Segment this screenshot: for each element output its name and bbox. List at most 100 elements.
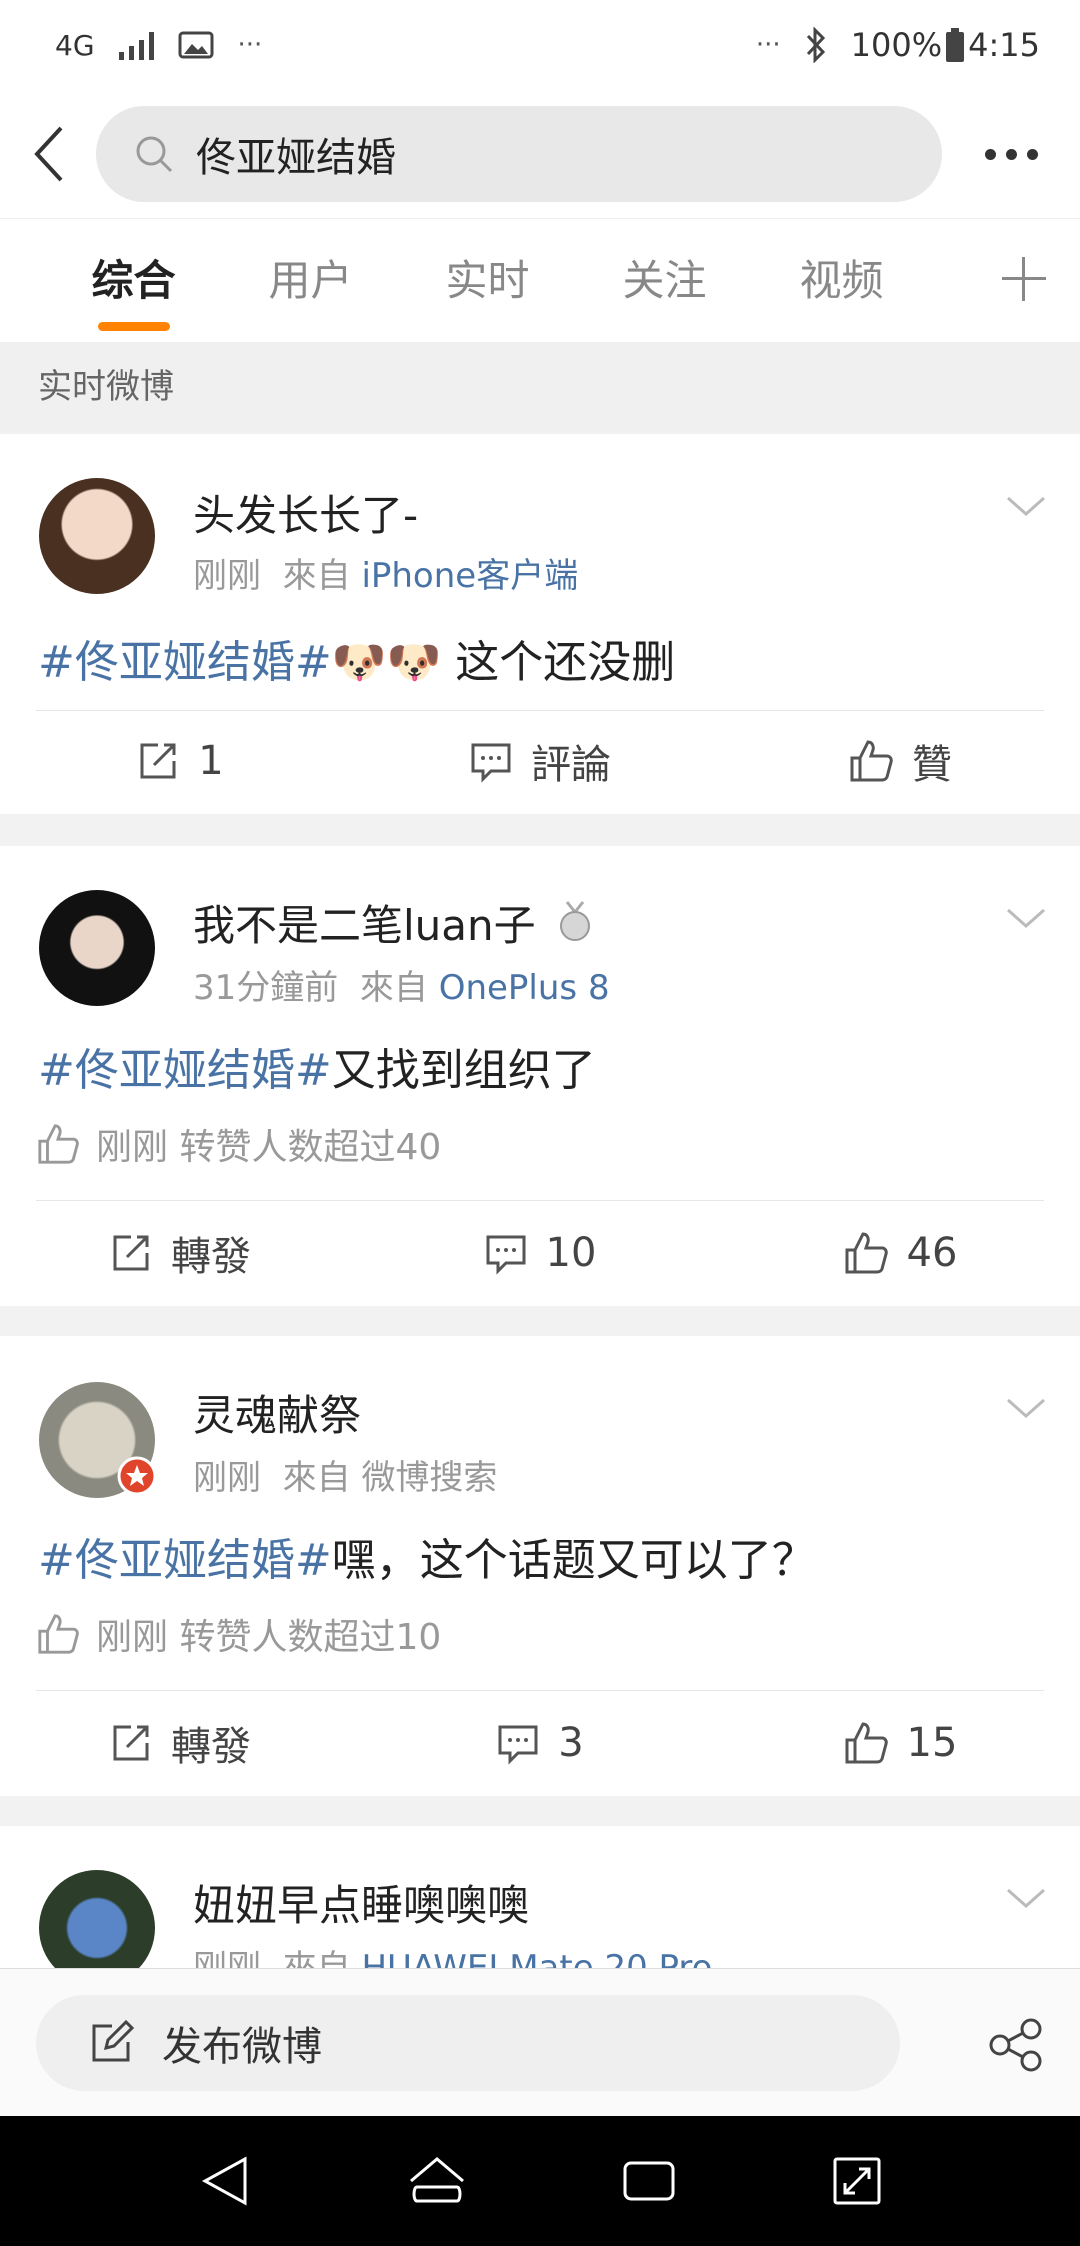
repost-button[interactable]: 轉發 xyxy=(0,1688,360,1798)
post-meta: 31分鐘前 來自 OnePlus 8 xyxy=(193,960,610,1009)
nav-fullscreen-icon[interactable] xyxy=(831,2153,883,2209)
back-arrow-icon xyxy=(34,126,63,182)
share-icon[interactable] xyxy=(988,2017,1044,2073)
post-meta: 刚刚 來自 微博搜索 xyxy=(193,1450,497,1499)
post-time: 31分鐘前 xyxy=(193,968,339,1008)
tab-following[interactable]: 关注 xyxy=(576,219,753,343)
post-meta: 刚刚 來自 iPhone客户端 xyxy=(193,548,578,597)
like-button[interactable]: 15 xyxy=(720,1688,1080,1798)
repost-button[interactable]: 1 xyxy=(0,706,360,816)
thumbs-up-icon xyxy=(38,1124,79,1164)
thumbs-up-icon xyxy=(845,1232,888,1274)
post-source[interactable]: iPhone客户端 xyxy=(361,556,578,596)
section-header: 实时微博 xyxy=(0,342,1080,432)
thumbs-up-icon xyxy=(38,1614,79,1654)
comment-icon xyxy=(498,1725,538,1765)
post-card[interactable]: 我不是二笔luan子 31分鐘前 來自 OnePlus 8 #佟亚娅结婚#又找到… xyxy=(0,846,1080,1306)
image-notification-icon xyxy=(178,31,214,59)
post-card[interactable]: 灵魂献祭 刚刚 來自 微博搜索 #佟亚娅结婚#嘿，这个话题又可以了？ 刚刚 转赞… xyxy=(0,1336,1080,1796)
avatar[interactable] xyxy=(39,890,155,1006)
repost-button[interactable]: 轉發 xyxy=(0,1198,360,1308)
tab-comprehensive[interactable]: 综合 xyxy=(45,219,222,343)
emoji: 🐶🐶 xyxy=(331,637,442,688)
like-button[interactable]: 贊 xyxy=(720,706,1080,816)
add-tab-icon[interactable] xyxy=(1002,257,1046,301)
comment-button[interactable]: 10 xyxy=(360,1198,720,1308)
avatar[interactable] xyxy=(39,1870,155,1968)
username[interactable]: 头发长长了- xyxy=(193,482,418,543)
post-source[interactable]: HUAWEI Mate 20 Pro xyxy=(361,1948,712,1968)
chevron-down-icon[interactable] xyxy=(1004,1386,1048,1430)
nav-recents-icon[interactable] xyxy=(621,2153,677,2209)
action-row: 1 評論 贊 xyxy=(0,706,1080,816)
more-status: ··· xyxy=(755,30,781,60)
comment-icon xyxy=(471,743,511,783)
repost-icon xyxy=(140,743,176,779)
post-card[interactable]: 头发长长了- 刚刚 來自 iPhone客户端 #佟亚娅结婚#🐶🐶 这个还没删 1… xyxy=(0,434,1080,814)
repost-icon xyxy=(113,1235,149,1271)
comment-icon xyxy=(486,1235,526,1275)
action-row: 轉發 3 15 xyxy=(0,1688,1080,1798)
tab-users[interactable]: 用户 xyxy=(222,219,399,343)
back-button[interactable] xyxy=(0,90,96,218)
post-time: 刚刚 xyxy=(193,556,261,596)
signal-icon xyxy=(118,30,154,60)
chevron-down-icon[interactable] xyxy=(1004,896,1048,940)
post-text: #佟亚娅结婚#嘿，这个话题又可以了？ xyxy=(38,1535,816,1586)
like-note: 刚刚 转赞人数超过10 xyxy=(36,1608,441,1660)
tab-video[interactable]: 视频 xyxy=(753,219,930,343)
edit-icon xyxy=(92,2020,134,2062)
bluetooth-icon xyxy=(806,27,825,63)
repost-icon xyxy=(113,1725,149,1761)
post-meta: 刚刚 來自 HUAWEI Mate 20 Pro xyxy=(193,1940,712,1968)
from-label: 來自 xyxy=(282,1458,351,1498)
system-navigation-bar xyxy=(0,2116,1080,2246)
bottom-bar: 发布微博 xyxy=(0,1968,1080,2116)
status-bar: 4G ··· ··· 100% 4:15 xyxy=(0,0,1080,90)
post-source[interactable]: OnePlus 8 xyxy=(439,968,610,1008)
chevron-down-icon[interactable] xyxy=(1004,484,1048,528)
nav-home-icon[interactable] xyxy=(407,2153,467,2209)
nav-back-icon[interactable] xyxy=(197,2153,253,2209)
hashtag-link[interactable]: #佟亚娅结婚# xyxy=(38,637,332,688)
username-row: 我不是二笔luan子 xyxy=(193,892,595,953)
battery-icon xyxy=(946,28,965,62)
hashtag-link[interactable]: #佟亚娅结婚# xyxy=(38,1535,332,1586)
from-label: 來自 xyxy=(359,968,428,1008)
search-query: 佟亚娅结婚 xyxy=(196,135,396,181)
search-icon xyxy=(136,136,173,173)
post-text: #佟亚娅结婚#🐶🐶 这个还没删 xyxy=(38,637,676,688)
more-options-button[interactable] xyxy=(942,90,1080,218)
battery-percent: 100% xyxy=(850,26,943,64)
network-indicator: 4G xyxy=(55,28,95,62)
search-input[interactable]: 佟亚娅结婚 xyxy=(96,106,942,202)
compose-button[interactable]: 发布微博 xyxy=(36,1995,900,2091)
username[interactable]: 我不是二笔luan子 xyxy=(193,901,536,950)
post-source[interactable]: 微博搜索 xyxy=(361,1458,497,1498)
tab-bar: 综合 用户 实时 关注 视频 xyxy=(0,218,1080,342)
username[interactable]: 灵魂献祭 xyxy=(193,1382,361,1443)
more-notifications: ··· xyxy=(237,30,263,60)
medal-badge-icon xyxy=(560,901,591,941)
thumbs-up-icon xyxy=(845,1722,888,1764)
post-time: 刚刚 xyxy=(193,1948,261,1968)
from-label: 來自 xyxy=(282,1948,351,1968)
search-header: 佟亚娅结婚 xyxy=(0,90,1080,218)
avatar[interactable] xyxy=(39,478,155,594)
chevron-down-icon[interactable] xyxy=(1004,1876,1048,1920)
post-text: #佟亚娅结婚#又找到组织了 xyxy=(38,1045,596,1096)
action-row: 轉發 10 46 xyxy=(0,1198,1080,1308)
thumbs-up-icon xyxy=(850,740,893,782)
username[interactable]: 妞妞早点睡噢噢噢 xyxy=(193,1872,529,1933)
compose-label: 发布微博 xyxy=(162,2024,322,2070)
from-label: 來自 xyxy=(282,556,351,596)
verified-badge-icon xyxy=(117,1456,157,1496)
comment-button[interactable]: 評論 xyxy=(360,706,720,816)
like-button[interactable]: 46 xyxy=(720,1198,1080,1308)
comment-button[interactable]: 3 xyxy=(360,1688,720,1798)
tab-realtime[interactable]: 实时 xyxy=(399,219,576,343)
like-note: 刚刚 转赞人数超过40 xyxy=(36,1118,441,1170)
post-card[interactable]: 妞妞早点睡噢噢噢 刚刚 來自 HUAWEI Mate 20 Pro xyxy=(0,1826,1080,1968)
post-time: 刚刚 xyxy=(193,1458,261,1498)
hashtag-link[interactable]: #佟亚娅结婚# xyxy=(38,1045,332,1096)
